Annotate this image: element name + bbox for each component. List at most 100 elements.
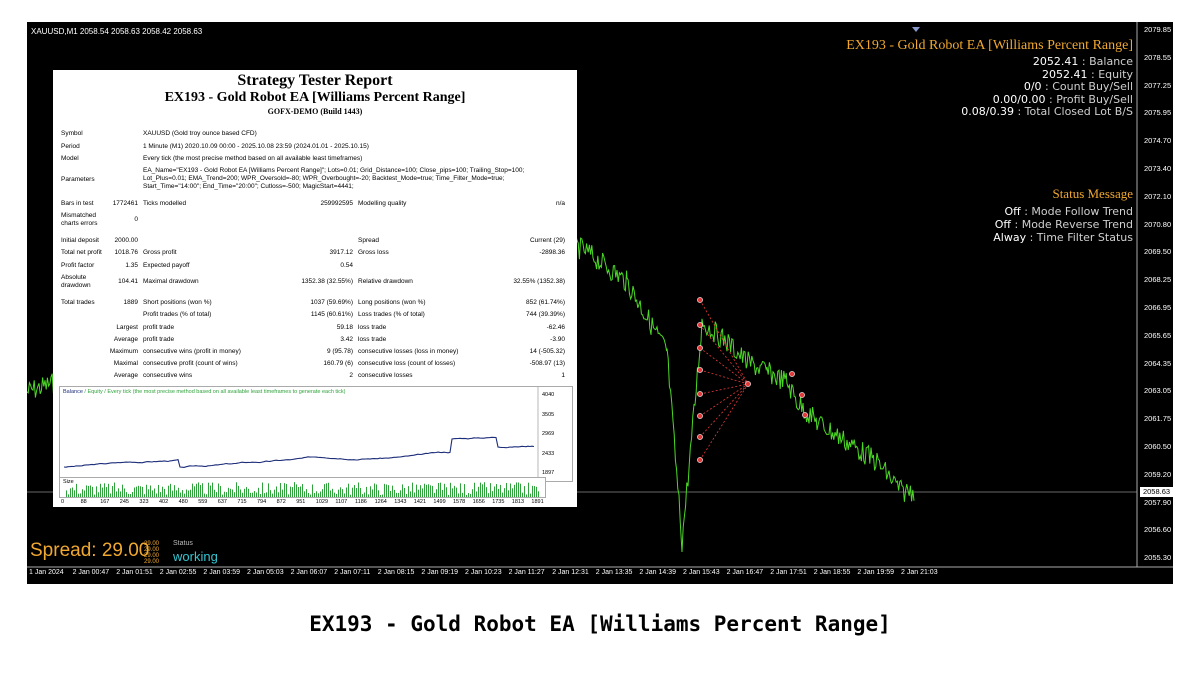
ea-stat-label: Profit Buy/Sell	[1056, 92, 1133, 106]
status-row-value: Off	[1004, 205, 1021, 218]
size-bar	[360, 487, 361, 497]
size-bar	[242, 492, 243, 497]
size-bar	[172, 490, 173, 497]
size-bar	[366, 486, 367, 497]
size-bar	[224, 491, 225, 497]
report-label: consecutive loss (count of losses)	[358, 360, 456, 367]
price-axis-label: 2061.75	[1144, 414, 1172, 424]
trade-link	[699, 383, 749, 438]
size-bar	[226, 492, 227, 497]
size-bar	[270, 490, 271, 497]
size-bar	[234, 492, 235, 497]
size-bar	[500, 484, 501, 497]
size-bar	[496, 484, 497, 497]
price-axis-label: 2075.95	[1144, 108, 1172, 118]
report-value: 1037 (59.69%)	[310, 299, 353, 306]
size-bar	[174, 485, 175, 497]
size-bar	[104, 483, 105, 497]
size-bar	[486, 487, 487, 497]
size-bar	[152, 490, 153, 497]
status-row-value: Alway	[993, 231, 1027, 244]
report-value: Current (29)	[529, 237, 565, 244]
size-bar	[510, 483, 511, 497]
size-bar	[408, 486, 409, 497]
size-bar	[124, 488, 125, 497]
time-axis-label: 2 Jan 01:51	[116, 569, 153, 576]
size-axis-label: 637	[217, 499, 227, 505]
size-bar	[318, 493, 319, 497]
size-bar	[530, 493, 531, 497]
ea-stat-value: 0.00/0.00	[992, 92, 1046, 106]
size-bar	[404, 487, 405, 497]
report-label: Average	[113, 372, 138, 379]
report-label: consecutive wins	[143, 372, 193, 379]
report-title: Strategy Tester Report	[237, 72, 393, 89]
size-bar	[178, 487, 179, 497]
report-value: 744 (39.39%)	[525, 311, 565, 318]
size-axis-label: 872	[276, 499, 286, 505]
size-bar	[134, 487, 135, 497]
size-bar	[402, 484, 403, 497]
price-axis-label: 2068.25	[1144, 275, 1172, 285]
size-bar	[370, 486, 371, 497]
ea-info-panel: EX193 - Gold Robot EA [Williams Percent …	[846, 38, 1133, 119]
status-value: working	[173, 549, 218, 564]
report-value: XAUUSD (Gold troy ounce based CFD)	[143, 130, 257, 137]
size-bar	[108, 483, 109, 497]
time-axis-label: 2 Jan 19:59	[857, 569, 894, 576]
trade-marker	[697, 391, 703, 397]
size-axis-label: 245	[119, 499, 129, 505]
size-axis-label: 1735	[492, 499, 505, 505]
size-bar	[160, 492, 161, 497]
size-bar	[268, 483, 269, 497]
size-bar	[86, 485, 87, 497]
size-bar	[302, 483, 303, 497]
size-bar	[460, 483, 461, 497]
size-bar	[458, 493, 459, 497]
ea-stat-value: 2052.41	[1042, 67, 1088, 81]
report-label: Spread	[358, 237, 379, 244]
size-axis-label: 88	[80, 499, 87, 505]
report-value: -62.46	[546, 324, 565, 331]
size-bar	[184, 493, 185, 497]
price-axis-label: 2073.40	[1144, 164, 1172, 173]
size-axis-label: 1813	[511, 499, 525, 505]
size-bar	[380, 494, 381, 497]
size-bar	[256, 492, 257, 497]
size-bar	[150, 485, 151, 497]
report-value: 1889	[123, 299, 138, 306]
size-bar	[306, 489, 307, 497]
size-bar	[324, 484, 325, 497]
size-axis-label: 1107	[335, 499, 348, 505]
size-bar	[300, 486, 301, 497]
size-bar	[384, 483, 385, 497]
report-label: consecutive wins (profit in money)	[143, 348, 241, 355]
size-bar	[304, 491, 305, 497]
size-bar	[208, 482, 209, 497]
size-bar	[342, 489, 343, 497]
size-bar	[114, 482, 115, 497]
size-bar	[430, 485, 431, 497]
size-bar	[186, 489, 187, 497]
size-bar	[436, 489, 437, 497]
size-bar	[442, 489, 443, 497]
size-bar	[446, 487, 447, 497]
size-bar	[140, 486, 141, 497]
size-bar	[356, 488, 357, 497]
report-value: 59.18	[336, 324, 353, 331]
size-bar	[462, 492, 463, 497]
size-axis-label: 1343	[394, 499, 407, 505]
size-bar	[394, 489, 395, 497]
size-bar	[438, 483, 439, 497]
price-axis-label: 2065.65	[1144, 330, 1172, 340]
trade-link	[699, 299, 749, 385]
trade-marker	[802, 412, 808, 418]
time-axis-label: 2 Jan 14:39	[639, 569, 676, 576]
size-bar	[534, 486, 535, 497]
size-bar	[230, 488, 231, 497]
report-label: consecutive losses (loss in money)	[358, 348, 459, 355]
trade-marker	[697, 457, 703, 463]
report-value: 0	[134, 216, 138, 223]
size-bar	[372, 489, 373, 497]
size-bar	[258, 487, 259, 497]
